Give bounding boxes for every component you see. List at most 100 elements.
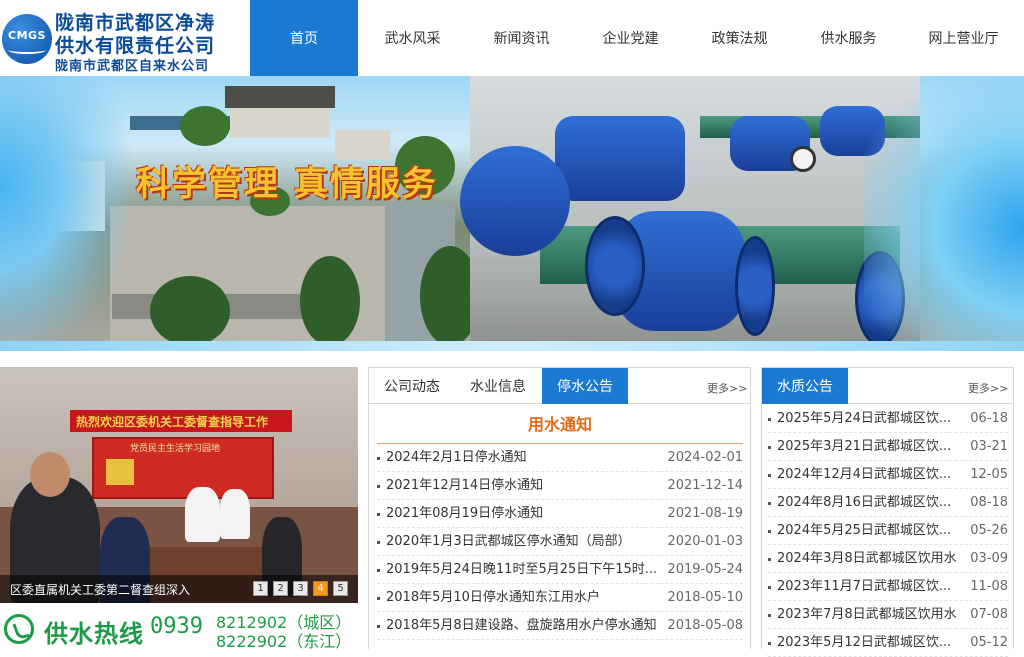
photo-welcome-banner: 热烈欢迎区委机关工委督查指导工作 [70, 410, 292, 432]
banner-building [230, 108, 330, 138]
water-quality-list: 2025年5月24日武都城区饮... 06-18 2025年3月21日武都城区饮.… [768, 405, 1008, 657]
list-item[interactable]: 2024年2月1日停水通知 2024-02-01 [377, 444, 743, 472]
list-item-date: 2021-08-19 [667, 506, 743, 521]
list-item-title: 2025年3月21日武都城区饮... [777, 439, 952, 454]
bullet-icon [768, 502, 771, 505]
list-item[interactable]: 2024年3月8日武都城区饮用水 03-09 [768, 545, 1008, 573]
bullet-icon [377, 541, 380, 544]
list-item[interactable]: 2021年12月14日停水通知 2021-12-14 [377, 472, 743, 500]
photo-carousel[interactable]: 热烈欢迎区委机关工委督查指导工作 党员民主生活学习园地 区委直属机关工委第二督查… [0, 367, 358, 603]
list-item[interactable]: 2021年08月19日停水通知 2021-08-19 [377, 500, 743, 528]
water-splash-right [864, 76, 1024, 351]
list-item-date: 08-18 [970, 495, 1008, 510]
list-item[interactable]: 2024年5月25日武都城区饮... 05-26 [768, 517, 1008, 545]
nav-item-party[interactable]: 企业党建 [576, 0, 685, 76]
photo-person [220, 489, 250, 539]
news-tabs: 公司动态 水业信息 停水公告 更多>> [369, 368, 750, 404]
pressure-gauge-icon [790, 146, 816, 172]
tab-water-industry-info[interactable]: 水业信息 [457, 368, 539, 404]
list-item[interactable]: 2023年5月12日武都城区饮... 05-12 [768, 629, 1008, 657]
list-item-date: 03-21 [970, 439, 1008, 454]
carousel-page-1[interactable]: 1 [253, 581, 268, 596]
list-item[interactable]: 2024年8月16日武都城区饮... 08-18 [768, 489, 1008, 517]
photo-person-head [30, 452, 70, 497]
banner-tree [150, 276, 230, 346]
list-item[interactable]: 2019年5月24日晚11时至5月25日下午15时... 2019-05-24 [377, 556, 743, 584]
carousel-page-3[interactable]: 3 [293, 581, 308, 596]
list-item[interactable]: 2023年7月8日武都城区饮用水 07-08 [768, 601, 1008, 629]
list-item-title: 2023年7月8日武都城区饮用水 [777, 607, 957, 622]
water-quality-tabs: 水质公告 更多>> [762, 368, 1013, 404]
tab-water-quality-notice[interactable]: 水质公告 [762, 368, 848, 404]
list-item-date: 03-09 [970, 551, 1008, 566]
nav-item-policy[interactable]: 政策法规 [685, 0, 794, 76]
phone-icon [4, 614, 34, 644]
nav-item-online-hall[interactable]: 网上营业厅 [903, 0, 1024, 76]
list-item-date: 07-08 [970, 607, 1008, 622]
list-item[interactable]: 2024年12月4日武都城区饮... 12-05 [768, 461, 1008, 489]
photo-notice-board-text: 党员民主生活学习园地 [130, 444, 221, 454]
nav-item-style[interactable]: 武水风采 [358, 0, 467, 76]
carousel-pager: 1 2 3 4 5 [253, 581, 348, 596]
bullet-icon [768, 474, 771, 477]
list-item-title: 2020年1月3日武都城区停水通知（局部） [386, 534, 631, 549]
list-item-date: 2024-02-01 [667, 450, 743, 465]
list-item[interactable]: 2018年5月10日停水通知东江用水户 2018-05-10 [377, 584, 743, 612]
list-item-date: 2019-05-24 [667, 562, 743, 577]
list-item-date: 06-18 [970, 411, 1008, 426]
list-item-title: 2018年5月8日建设路、盘旋路用水户停水通知 [386, 618, 656, 633]
carousel-page-2[interactable]: 2 [273, 581, 288, 596]
list-item-title: 2018年5月10日停水通知东江用水户 [386, 590, 600, 605]
nav-item-home[interactable]: 首页 [250, 0, 358, 76]
list-item-title: 2023年5月12日武都城区饮... [777, 635, 952, 650]
water-quality-panel: 水质公告 更多>> 2025年5月24日武都城区饮... 06-18 2025年3… [761, 367, 1014, 657]
water-splash-left [0, 76, 130, 351]
list-item-date: 11-08 [970, 579, 1008, 594]
hotline-label: 供水热线 [44, 620, 144, 648]
bullet-icon [377, 625, 380, 628]
tab-company-news[interactable]: 公司动态 [373, 368, 451, 404]
banner-tree [180, 106, 230, 146]
company-name-line3: 陇南市武都区自来水公司 [55, 59, 210, 74]
hotline-number-dongjiang: 8222902（东江） [216, 632, 352, 651]
hero-banner: 科学管理 真情服务 [0, 76, 1024, 351]
bullet-icon [768, 418, 771, 421]
photo-notice-board: 党员民主生活学习园地 [92, 437, 274, 499]
banner-bottom-strip [0, 341, 1024, 351]
news-section-title: 用水通知 [377, 412, 743, 444]
company-logo[interactable]: CMGS 陇南市武都区净涛 供水有限责任公司 陇南市武都区自来水公司 [0, 0, 250, 76]
service-hotline: 供水热线 0939 8212902（城区） 8222902（东江） [0, 606, 358, 651]
list-item[interactable]: 2025年3月21日武都城区饮... 03-21 [768, 433, 1008, 461]
list-item-title: 2023年11月7日武都城区饮... [777, 579, 952, 594]
bullet-icon [377, 457, 380, 460]
list-item[interactable]: 2025年5月24日武都城区饮... 06-18 [768, 405, 1008, 433]
list-item[interactable]: 2020年1月3日武都城区停水通知（局部） 2020-01-03 [377, 528, 743, 556]
list-item-title: 2024年3月8日武都城区饮用水 [777, 551, 957, 566]
main-nav: 首页 武水风采 新闻资讯 企业党建 政策法规 供水服务 网上营业厅 [250, 0, 1024, 76]
water-quality-more-link[interactable]: 更多>> [968, 380, 1008, 396]
bullet-icon [377, 485, 380, 488]
carousel-page-4[interactable]: 4 [313, 581, 328, 596]
photo-caption: 区委直属机关工委第二督查组深入 [10, 583, 191, 597]
nav-item-service[interactable]: 供水服务 [794, 0, 903, 76]
outage-notice-list: 2024年2月1日停水通知 2024-02-01 2021年12月14日停水通知 2… [377, 444, 743, 640]
bullet-icon [768, 614, 771, 617]
pump-casing [460, 146, 570, 256]
list-item[interactable]: 2023年11月7日武都城区饮... 11-08 [768, 573, 1008, 601]
photo-person [185, 487, 220, 542]
list-item-date: 05-26 [970, 523, 1008, 538]
news-panel: 公司动态 水业信息 停水公告 更多>> 用水通知 2024年2月1日停水通知 20… [368, 367, 751, 649]
news-more-link[interactable]: 更多>> [707, 380, 747, 396]
tab-water-outage-notice[interactable]: 停水公告 [542, 368, 628, 404]
list-item[interactable]: 2018年5月8日建设路、盘旋路用水户停水通知 2018-05-08 [377, 612, 743, 640]
list-item-title: 2024年8月16日武都城区饮... [777, 495, 952, 510]
carousel-page-5[interactable]: 5 [333, 581, 348, 596]
wave-icon [8, 46, 46, 54]
nav-item-news[interactable]: 新闻资讯 [467, 0, 576, 76]
bullet-icon [768, 446, 771, 449]
banner-roof [225, 86, 335, 108]
bullet-icon [377, 513, 380, 516]
company-name-line2: 供水有限责任公司 [55, 35, 216, 57]
bullet-icon [377, 569, 380, 572]
photo-caption-bar: 区委直属机关工委第二督查组深入 1 2 3 4 5 [0, 575, 358, 603]
